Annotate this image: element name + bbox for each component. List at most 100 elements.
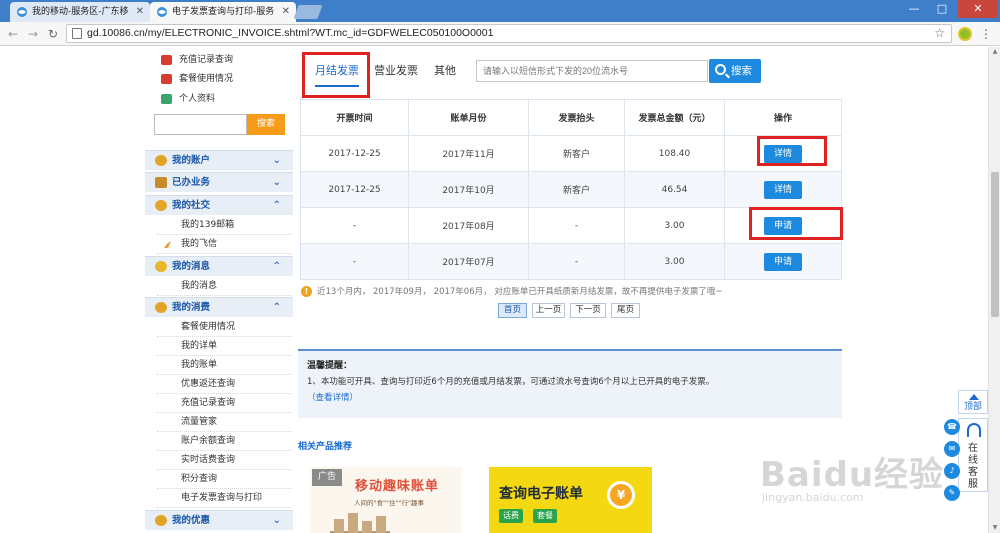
pager-next[interactable]: 下一页 [570,303,606,318]
section-label: 我的账户 [172,155,211,166]
highlight-box [757,136,827,166]
forward-arrow-icon[interactable]: → [24,25,42,43]
ad-chip: 套餐 [533,509,557,523]
section-label: 已办业务 [172,177,211,188]
sidebar-section-messages[interactable]: 我的消息 ⌃ [145,256,293,276]
column-header: 操作 [724,99,842,136]
sidebar-section-social[interactable]: 我的社交 ⌃ [145,195,293,215]
warning-icon: ! [301,286,312,297]
sidebar-item-rebate-query[interactable]: 优惠返还查询 [157,375,291,394]
sidebar-item-points-query[interactable]: 积分查询 [157,470,291,489]
section-label: 我的消息 [172,261,211,272]
invoice-time-cell: 2017-12-25 [300,135,409,172]
scroll-up-icon[interactable]: ▲ [989,47,1000,57]
column-header: 发票总金额（元） [624,99,725,136]
sidebar-item-e-invoice[interactable]: 电子发票查询与打印 [157,489,291,508]
close-window-button[interactable]: ✕ [958,0,998,18]
sidebar-section-my-account[interactable]: 我的账户 ⌄ [145,150,293,170]
sidebar-section-handled-business[interactable]: 已办业务 ⌄ [145,172,293,192]
action-cell: 详情 [724,171,842,208]
details-button[interactable]: 详情 [764,180,802,199]
chat-icon[interactable]: ✉ [944,441,960,457]
sidebar-item-my-messages[interactable]: 我的消息 [157,277,291,296]
sidebar-item-package-usage[interactable]: 套餐使用情况 [157,318,291,337]
search-button[interactable]: 搜索 [709,59,761,83]
reload-icon[interactable]: ↻ [44,25,62,43]
building-shape [362,521,372,533]
sidebar-section-consumption[interactable]: 我的消费 ⌃ [145,297,293,317]
tab-close-icon[interactable]: ✕ [136,2,144,22]
address-bar[interactable]: gd.10086.cn/my/ELECTRONIC_INVOICE.shtml?… [66,24,952,43]
tab-other[interactable]: 其他 [434,59,456,87]
pager-prev[interactable]: 上一页 [532,303,565,318]
serial-number-search-input[interactable] [476,60,708,82]
url-text: gd.10086.cn/my/ELECTRONIC_INVOICE.shtml?… [87,27,494,39]
back-arrow-icon[interactable]: ← [4,25,22,43]
maximize-button[interactable]: □ [928,0,956,18]
extension-icon[interactable] [958,27,972,41]
sidebar-search-input[interactable] [154,114,247,135]
back-to-top-button[interactable]: 顶部 [958,390,988,414]
sidebar-item-balance-query[interactable]: 账户余额查询 [157,432,291,451]
offers-icon [155,515,167,526]
apply-button[interactable]: 申请 [764,252,802,271]
scroll-thumb[interactable] [991,172,999,317]
sidebar-item-label: 充值记录查询 [179,55,234,65]
notice-text: 近13个月内， 2017年09月， 2017年06月， 对应账单已开具纸质新月结… [317,287,723,297]
e-bill-ad-banner[interactable]: 查询电子账单 话费 套餐 ¥ [489,467,652,533]
invoice-time-cell: - [300,207,409,244]
sidebar-item-label: 充值记录查询 [181,398,236,408]
sidebar-item-call-details[interactable]: 我的详单 [157,337,291,356]
page-scrollbar[interactable]: ▲ ▼ [988,47,1000,533]
sidebar-item-fetion[interactable]: 我的飞信 [157,235,291,254]
fun-bill-ad-banner[interactable]: 广告 移动趣味账单 人间的"食""住""行"趣事 [310,467,462,533]
browser-menu-icon[interactable]: ⋮ [980,26,992,42]
minimize-button[interactable]: — [900,0,928,18]
sidebar-search-button[interactable]: 搜索 [247,114,285,135]
sidebar-item-label: 我的消息 [181,281,218,291]
sidebar-section-offers[interactable]: 我的优惠 ⌄ [145,510,293,530]
invoice-table: 开票时间 账单月份 发票抬头 发票总金额（元） 操作 2017-12-25 20… [300,99,842,280]
china-mobile-favicon-icon [157,7,167,17]
sidebar-item-profile[interactable]: 个人资料 [159,91,215,107]
invoice-title-cell: - [528,207,625,244]
tab-close-icon[interactable]: ✕ [282,2,290,22]
sidebar-item-label: 实时话费查询 [181,455,236,465]
sidebar-item-139-mail[interactable]: 我的139邮箱 [157,216,291,235]
search-icon [715,64,726,75]
sidebar-item-my-bill[interactable]: 我的账单 [157,356,291,375]
sidebar-item-package-usage[interactable]: 套餐使用情况 [159,71,233,87]
pager-last[interactable]: 尾页 [611,303,640,318]
sidebar-item-recharge-query[interactable]: 充值记录查询 [157,394,291,413]
sidebar-item-label: 我的详单 [181,341,218,351]
online-service-button[interactable]: 在线客服 [958,418,988,492]
amount-cell: 3.00 [624,207,725,244]
coin-icon: ¥ [607,481,635,509]
bill-month-cell: 2017年11月 [408,135,529,172]
sidebar-item-label: 套餐使用情况 [179,74,234,84]
tab-business-invoice[interactable]: 营业发票 [374,59,418,87]
phone-icon[interactable]: ☎ [944,419,960,435]
feedback-icon[interactable]: ✎ [944,485,960,501]
building-shape [348,513,358,533]
view-details-link[interactable]: （查看详情） [307,391,833,403]
new-tab-button[interactable] [293,5,323,19]
sidebar-item-realtime-fee[interactable]: 实时话费查询 [157,451,291,470]
service-icon[interactable]: ♪ [944,463,960,479]
invoice-title-cell: 新客户 [528,135,625,172]
column-header: 开票时间 [300,99,409,136]
page-icon [72,28,82,39]
ad-tag: 广告 [312,469,342,486]
message-icon [155,261,167,272]
sidebar-item-data-manager[interactable]: 流量管家 [157,413,291,432]
bookmark-star-icon[interactable]: ☆ [934,25,945,42]
sidebar-item-recharge-records[interactable]: 充值记录查询 [159,52,233,68]
browser-tab-1[interactable]: 我的移动-服务区-广东移 ✕ [10,2,150,22]
bill-month-cell: 2017年10月 [408,171,529,208]
china-mobile-favicon-icon [17,7,27,17]
table-header-row: 开票时间 账单月份 发票抬头 发票总金额（元） 操作 [300,99,842,136]
browser-tab-2[interactable]: 电子发票查询与打印-服务 ✕ [150,2,296,22]
scroll-down-icon[interactable]: ▼ [989,523,1000,533]
chevron-down-icon: ⌄ [272,177,281,188]
pager-first[interactable]: 首页 [498,303,527,318]
